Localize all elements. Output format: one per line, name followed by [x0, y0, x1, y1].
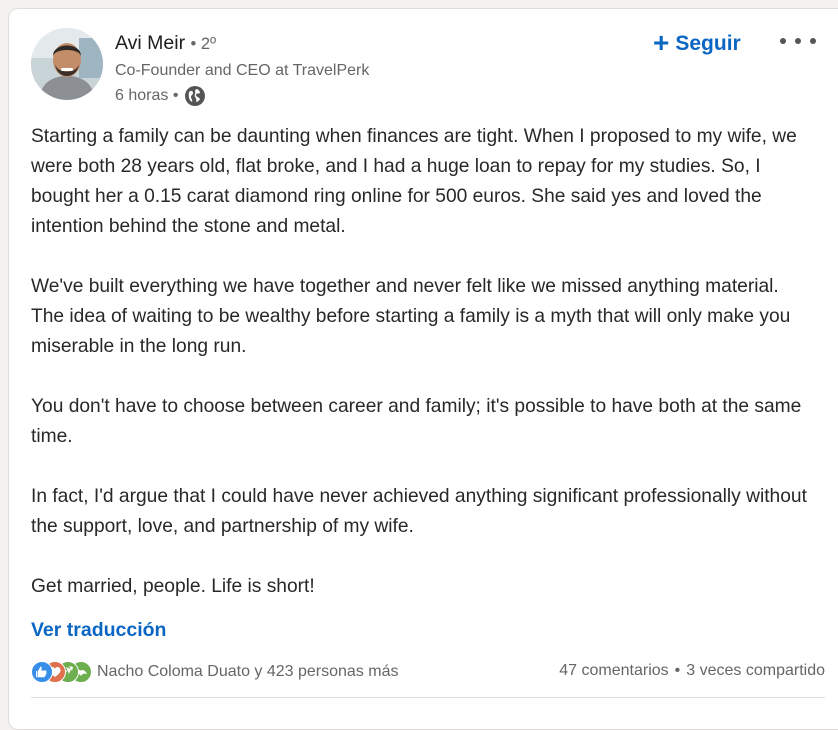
see-translation-link[interactable]: Ver traducción [31, 618, 166, 642]
author-name-line[interactable]: Avi Meir • 2º [115, 31, 216, 56]
post-paragraph: You don't have to choose between career … [31, 396, 802, 447]
reactions-summary[interactable]: Nacho Coloma Duato y 423 personas más [31, 660, 399, 684]
shares-count[interactable]: 3 veces compartido [686, 662, 825, 680]
post-paragraph: We've built everything we have together … [31, 276, 791, 357]
post-time: 6 horas • [115, 87, 179, 104]
connection-degree: • 2º [190, 35, 217, 53]
author-headline: Co-Founder and CEO at TravelPerk [115, 62, 370, 79]
avatar-photo [31, 28, 103, 100]
post-timestamp: 6 horas • [115, 85, 206, 107]
post-paragraph: In fact, I'd argue that I could have nev… [31, 486, 807, 537]
globe-icon [184, 85, 206, 107]
like-icon [31, 661, 53, 683]
author-avatar[interactable] [31, 28, 103, 100]
more-dot-icon [795, 38, 801, 44]
author-name[interactable]: Avi Meir [115, 32, 185, 54]
more-options-button[interactable] [780, 33, 816, 49]
plus-icon: + [653, 26, 670, 58]
counts-separator: • [674, 662, 681, 679]
more-dot-icon [780, 38, 786, 44]
comments-count[interactable]: 47 comentarios [559, 662, 668, 680]
post-paragraph: Get married, people. Life is short! [31, 576, 315, 597]
more-dot-icon [810, 38, 816, 44]
reactions-text[interactable]: Nacho Coloma Duato y 423 personas más [97, 663, 399, 681]
follow-label: Seguir [675, 32, 741, 55]
post-paragraph: Starting a family can be daunting when f… [31, 126, 797, 237]
post-text: Starting a family can be daunting when f… [31, 122, 811, 602]
social-counts: 47 comentarios • 3 veces compartido [559, 662, 825, 680]
divider [31, 697, 825, 698]
follow-button[interactable]: + Seguir [653, 26, 741, 59]
post-card: Avi Meir • 2º Co-Founder and CEO at Trav… [8, 8, 838, 730]
reaction-icons[interactable] [31, 660, 93, 684]
